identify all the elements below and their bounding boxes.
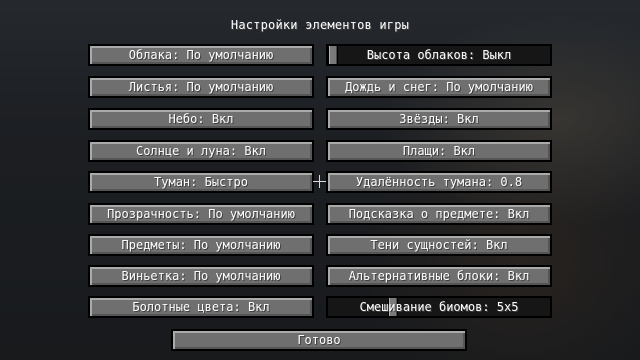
- sky-option-label: Небо: Вкл: [168, 112, 234, 126]
- items-option-button[interactable]: Предметы: По умолчанию: [88, 234, 314, 256]
- rain-snow-option-button[interactable]: Дождь и снег: По умолчанию: [326, 76, 552, 98]
- swamp-colors-option-label: Болотные цвета: Вкл: [132, 300, 270, 314]
- biome-blend-label: Смешивание биомов: 5x5: [359, 300, 519, 314]
- fog-distance-option-button[interactable]: Удалённость тумана: 0.8: [326, 171, 552, 193]
- vignette-option-button[interactable]: Виньетка: По умолчанию: [88, 265, 314, 287]
- stars-option-label: Звёзды: Вкл: [399, 112, 479, 126]
- entity-shadows-option-label: Тени сущностей: Вкл: [370, 238, 508, 252]
- translucency-option-button[interactable]: Прозрачность: По умолчанию: [88, 203, 314, 225]
- leaves-option-button[interactable]: Листья: По умолчанию: [88, 76, 314, 98]
- item-tooltip-option-button[interactable]: Подсказка о предмете: Вкл: [326, 203, 552, 225]
- fog-option-button[interactable]: Туман: Быстро: [88, 171, 314, 193]
- item-tooltip-option-label: Подсказка о предмете: Вкл: [348, 207, 530, 221]
- swamp-colors-option-button[interactable]: Болотные цвета: Вкл: [88, 296, 314, 318]
- crosshair-icon: [313, 175, 326, 188]
- alternate-blocks-option-button[interactable]: Альтернативные блоки: Вкл: [326, 265, 552, 287]
- stars-option-button[interactable]: Звёзды: Вкл: [326, 108, 552, 130]
- clouds-option-button[interactable]: Облака: По умолчанию: [88, 44, 314, 66]
- page-title: Настройки элементов игры: [230, 18, 410, 32]
- capes-option-button[interactable]: Плащи: Вкл: [326, 140, 552, 162]
- rain-snow-option-label: Дождь и снег: По умолчанию: [345, 80, 533, 94]
- items-option-label: Предметы: По умолчанию: [121, 238, 281, 252]
- fog-distance-option-label: Удалённость тумана: 0.8: [355, 175, 523, 189]
- sun-moon-option-button[interactable]: Солнце и луна: Вкл: [88, 140, 314, 162]
- leaves-option-label: Листья: По умолчанию: [128, 80, 274, 94]
- cloud-height-slider[interactable]: Высота облаков: Выкл: [326, 44, 552, 66]
- done-button[interactable]: Готово: [171, 329, 467, 351]
- slider-handle[interactable]: [328, 46, 338, 64]
- clouds-option-label: Облака: По умолчанию: [128, 48, 274, 62]
- sun-moon-option-label: Солнце и луна: Вкл: [135, 144, 267, 158]
- done-button-label: Готово: [297, 333, 341, 347]
- translucency-option-label: Прозрачность: По умолчанию: [107, 207, 295, 221]
- capes-option-label: Плащи: Вкл: [402, 144, 476, 158]
- fog-option-label: Туман: Быстро: [154, 175, 248, 189]
- alternate-blocks-option-label: Альтернативные блоки: Вкл: [348, 269, 530, 283]
- cloud-height-label: Высота облаков: Выкл: [366, 48, 512, 62]
- vignette-option-label: Виньетка: По умолчанию: [121, 269, 281, 283]
- biome-blend-slider[interactable]: Смешивание биомов: 5x5: [326, 296, 552, 318]
- sky-option-button[interactable]: Небо: Вкл: [88, 108, 314, 130]
- entity-shadows-option-button[interactable]: Тени сущностей: Вкл: [326, 234, 552, 256]
